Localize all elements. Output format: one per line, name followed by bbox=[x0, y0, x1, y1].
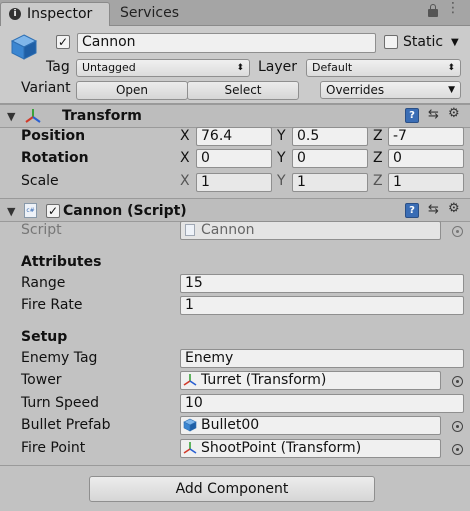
script-field: Cannon bbox=[180, 221, 441, 240]
transform-icon bbox=[25, 109, 41, 123]
transform-icon bbox=[183, 442, 197, 454]
position-x-field[interactable]: 76.4 bbox=[196, 127, 272, 146]
fire-point-value: ShootPoint (Transform) bbox=[201, 440, 362, 456]
static-label: Static bbox=[403, 34, 444, 50]
layer-dropdown[interactable]: Default ⬍ bbox=[306, 59, 461, 77]
scale-x-field[interactable]: 1 bbox=[196, 173, 272, 192]
position-y-field[interactable]: 0.5 bbox=[292, 127, 368, 146]
prefab-cube-icon bbox=[10, 34, 38, 60]
bullet-prefab-field[interactable]: Bullet00 bbox=[180, 416, 441, 435]
turn-speed-field[interactable]: 10 bbox=[180, 394, 464, 413]
gear-icon[interactable]: ⚙ bbox=[448, 201, 460, 216]
position-label: Position bbox=[21, 128, 86, 144]
dropdown-arrow-icon: ▼ bbox=[448, 85, 455, 95]
position-z-field[interactable]: -7 bbox=[388, 127, 464, 146]
tower-label: Tower bbox=[21, 372, 62, 388]
rotation-z-label[interactable]: Z bbox=[373, 150, 383, 166]
prefab-cube-icon bbox=[183, 418, 197, 432]
tab-services[interactable]: Services bbox=[112, 4, 216, 24]
lock-icon[interactable] bbox=[428, 9, 438, 17]
overrides-label: Overrides bbox=[326, 83, 385, 97]
script-enabled-checkbox[interactable]: ✓ bbox=[46, 204, 60, 218]
range-field[interactable]: 15 bbox=[180, 274, 464, 293]
object-name-field[interactable]: Cannon bbox=[77, 33, 376, 53]
object-picker-icon[interactable] bbox=[452, 421, 463, 432]
menu-icon[interactable]: ⋮ bbox=[446, 1, 460, 20]
object-picker-icon[interactable] bbox=[452, 376, 463, 387]
enemy-tag-field[interactable]: Enemy bbox=[180, 349, 464, 368]
tag-dropdown[interactable]: Untagged ⬍ bbox=[76, 59, 250, 77]
position-y-label[interactable]: Y bbox=[277, 128, 286, 144]
fire-point-field[interactable]: ShootPoint (Transform) bbox=[180, 439, 441, 458]
rotation-y-field[interactable]: 0 bbox=[292, 149, 368, 168]
foldout-arrow-icon[interactable]: ▼ bbox=[7, 205, 15, 218]
tag-value: Untagged bbox=[82, 61, 136, 74]
static-checkbox[interactable] bbox=[384, 35, 398, 49]
select-button[interactable]: Select bbox=[187, 81, 299, 100]
enemy-tag-label: Enemy Tag bbox=[21, 350, 98, 366]
bullet-prefab-value: Bullet00 bbox=[201, 417, 260, 433]
turn-speed-label: Turn Speed bbox=[21, 395, 100, 411]
active-checkbox[interactable]: ✓ bbox=[56, 35, 70, 49]
overrides-dropdown[interactable]: Overrides ▼ bbox=[320, 81, 461, 99]
fire-rate-label: Fire Rate bbox=[21, 297, 83, 313]
help-icon[interactable]: ? bbox=[405, 203, 419, 218]
fire-point-label: Fire Point bbox=[21, 440, 86, 456]
position-x-label[interactable]: X bbox=[180, 128, 190, 144]
rotation-x-label[interactable]: X bbox=[180, 150, 190, 166]
script-file-icon: c# bbox=[24, 203, 37, 218]
rotation-x-field[interactable]: 0 bbox=[196, 149, 272, 168]
foldout-arrow-icon[interactable]: ▼ bbox=[7, 110, 15, 123]
transform-icon bbox=[183, 374, 197, 386]
scale-z-field[interactable]: 1 bbox=[388, 173, 464, 192]
range-label: Range bbox=[21, 275, 66, 291]
tab-inspector-label: Inspector bbox=[27, 6, 93, 22]
tag-label: Tag bbox=[46, 59, 70, 75]
scale-z-label[interactable]: Z bbox=[373, 173, 383, 189]
preset-icon[interactable]: ⇆ bbox=[428, 202, 439, 217]
preset-icon[interactable]: ⇆ bbox=[428, 107, 439, 122]
lock-shackle-icon bbox=[430, 4, 436, 10]
object-picker-icon bbox=[452, 226, 463, 237]
tower-field[interactable]: Turret (Transform) bbox=[180, 371, 441, 390]
gear-icon[interactable]: ⚙ bbox=[448, 106, 460, 121]
rotation-y-label[interactable]: Y bbox=[277, 150, 286, 166]
divider bbox=[0, 465, 470, 466]
setup-header: Setup bbox=[21, 329, 68, 345]
updown-arrow-icon: ⬍ bbox=[236, 63, 244, 73]
scale-y-field[interactable]: 1 bbox=[292, 173, 368, 192]
rotation-label: Rotation bbox=[21, 150, 89, 166]
script-value: Cannon bbox=[201, 222, 255, 238]
scale-x-label[interactable]: X bbox=[180, 173, 190, 189]
script-title: Cannon (Script) bbox=[63, 203, 187, 219]
tab-inspector[interactable]: i Inspector bbox=[0, 2, 110, 26]
transform-title: Transform bbox=[62, 108, 142, 124]
attributes-header: Attributes bbox=[21, 254, 102, 270]
script-label: Script bbox=[21, 222, 62, 238]
tab-services-label: Services bbox=[120, 5, 180, 21]
static-dropdown-arrow-icon[interactable]: ▼ bbox=[451, 37, 459, 48]
open-button[interactable]: Open bbox=[76, 81, 188, 100]
info-icon: i bbox=[9, 8, 21, 20]
position-z-label[interactable]: Z bbox=[373, 128, 383, 144]
fire-rate-field[interactable]: 1 bbox=[180, 296, 464, 315]
scale-y-label[interactable]: Y bbox=[277, 173, 286, 189]
add-component-button[interactable]: Add Component bbox=[89, 476, 375, 502]
object-picker-icon[interactable] bbox=[452, 444, 463, 455]
variant-label: Variant bbox=[21, 80, 71, 96]
bullet-prefab-label: Bullet Prefab bbox=[21, 417, 111, 433]
script-file-icon bbox=[185, 224, 195, 236]
layer-value: Default bbox=[312, 61, 353, 74]
layer-label: Layer bbox=[258, 59, 298, 75]
tower-value: Turret (Transform) bbox=[201, 372, 327, 388]
updown-arrow-icon: ⬍ bbox=[447, 63, 455, 73]
help-icon[interactable]: ? bbox=[405, 108, 419, 123]
rotation-z-field[interactable]: 0 bbox=[388, 149, 464, 168]
scale-label: Scale bbox=[21, 173, 59, 189]
